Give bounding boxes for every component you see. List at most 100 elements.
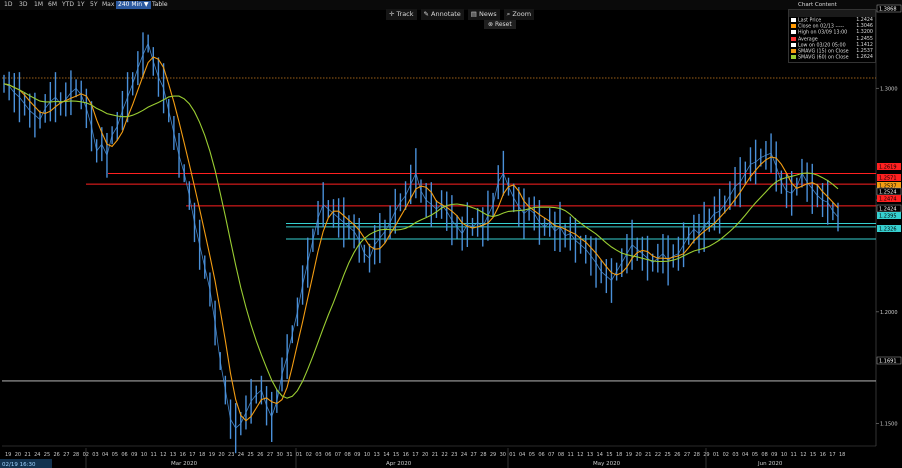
x-tick-label: 28 xyxy=(694,452,700,458)
legend-value: 1.1412 xyxy=(856,42,873,48)
x-tick-label: 26 xyxy=(257,452,263,458)
x-tick-label: 20 xyxy=(15,452,21,458)
x-tick-label: 08 xyxy=(761,452,767,458)
x-tick-label: 04 xyxy=(742,452,748,458)
x-tick-label: 09 xyxy=(771,452,777,458)
x-tick-label: 03 xyxy=(732,452,738,458)
legend-label: Low on 03/20 05:00 xyxy=(798,43,846,49)
x-tick-label: 01 xyxy=(713,452,719,458)
x-tick-label: 20 xyxy=(218,452,224,458)
legend-row: High on 03/09 13:00 1.3200 xyxy=(791,30,873,36)
legend-label: Last Price xyxy=(798,18,822,24)
x-tick-label: 06 xyxy=(538,452,544,458)
x-tick-label: 25 xyxy=(247,452,253,458)
legend-row: Average 1.2455 xyxy=(791,36,873,43)
x-tick-label: 20 xyxy=(422,452,428,458)
price-tag-label: 1.2326 xyxy=(879,227,897,233)
x-tick-label: 19 xyxy=(209,452,215,458)
x-tick-label: 11 xyxy=(150,452,156,458)
legend-value: 1.2455 xyxy=(856,36,873,42)
x-tick-label: 02 xyxy=(306,452,312,458)
price-tag-label: 1.2424 xyxy=(879,207,897,213)
x-tick-label: 27 xyxy=(684,452,690,458)
legend-label: High on 03/09 13:00 xyxy=(798,30,848,36)
x-tick-label: 28 xyxy=(73,452,79,458)
x-tick-label: 27 xyxy=(470,452,476,458)
x-tick-label: 05 xyxy=(112,452,118,458)
legend-row: Low on 03/20 05:00 1.1412 xyxy=(791,42,873,49)
legend-swatch xyxy=(791,49,796,53)
legend-header xyxy=(789,10,875,17)
legend-swatch xyxy=(791,42,796,47)
x-tick-label: 10 xyxy=(364,452,370,458)
x-tick-label: 17 xyxy=(829,452,835,458)
x-tick-label: 03 xyxy=(315,452,321,458)
y-tick-label: 1.2000 xyxy=(880,310,898,316)
x-tick-label: 18 xyxy=(199,452,205,458)
x-tick-label: 29 xyxy=(490,452,496,458)
x-tick-label: 27 xyxy=(63,452,69,458)
x-tick-label: 16 xyxy=(820,452,826,458)
x-tick-label: 15 xyxy=(810,452,816,458)
x-tick-label: 01 xyxy=(296,452,302,458)
x-tick-label: 10 xyxy=(781,452,787,458)
price-tag-label: 1.3868 xyxy=(879,7,897,13)
month-label: Jun 2020 xyxy=(757,461,783,467)
x-tick-label: 24 xyxy=(461,452,467,458)
x-tick-label: 04 xyxy=(519,452,525,458)
x-tick-label: 16 xyxy=(403,452,409,458)
legend-value: 1.2624 xyxy=(856,55,873,61)
x-tick-label: 30 xyxy=(277,452,283,458)
legend-swatch xyxy=(791,55,796,60)
x-tick-label: 17 xyxy=(189,452,195,458)
price-tag-label: 1.2571 xyxy=(879,176,897,182)
price-tag-label: 1.2619 xyxy=(879,165,897,171)
x-tick-label: 05 xyxy=(529,452,535,458)
x-tick-label: 22 xyxy=(441,452,447,458)
x-tick-label: 22 xyxy=(655,452,661,458)
x-tick-label: 15 xyxy=(606,452,612,458)
x-tick-label: 04 xyxy=(102,452,108,458)
legend-label: Average xyxy=(798,37,818,43)
x-tick-label: 26 xyxy=(674,452,680,458)
price-tag-label: 1.2474 xyxy=(879,197,897,203)
x-tick-label: 13 xyxy=(170,452,176,458)
x-tick-label: 27 xyxy=(267,452,273,458)
legend-label: Close on 02/13 ----- xyxy=(798,24,845,30)
month-label: May 2020 xyxy=(593,461,621,467)
price-chart[interactable]: 1.30001.25001.20001.15001.38681.26191.25… xyxy=(0,0,902,468)
x-tick-label: 18 xyxy=(839,452,845,458)
legend-panel: Last Price 1.2424 Close on 02/13 ----- 1.30… xyxy=(788,9,876,63)
price-tag-label: 1.1691 xyxy=(879,359,897,365)
x-tick-label: 11 xyxy=(791,452,797,458)
x-tick-label: 30 xyxy=(500,452,506,458)
x-tick-label: 23 xyxy=(228,452,234,458)
price-tag-label: 1.2395 xyxy=(879,214,897,220)
x-tick-label: 16 xyxy=(180,452,186,458)
x-tick-label: 08 xyxy=(344,452,350,458)
x-tick-label: 13 xyxy=(587,452,593,458)
x-tick-label: 31 xyxy=(286,452,292,458)
y-tick-label: 1.3000 xyxy=(880,86,898,92)
x-tick-label: 12 xyxy=(800,452,806,458)
legend-value: 1.3200 xyxy=(856,30,873,36)
x-tick-label: 20 xyxy=(635,452,641,458)
x-tick-label: 24 xyxy=(238,452,244,458)
x-tick-label: 07 xyxy=(548,452,554,458)
sma60-line xyxy=(3,83,839,399)
x-tick-label: 21 xyxy=(432,452,438,458)
x-tick-label: 13 xyxy=(374,452,380,458)
legend-label: SMAVG (60) on Close xyxy=(798,55,849,61)
x-tick-label: 26 xyxy=(53,452,59,458)
x-tick-label: 08 xyxy=(558,452,564,458)
x-tick-label: 06 xyxy=(121,452,127,458)
x-tick-label: 19 xyxy=(5,452,11,458)
x-tick-label: 11 xyxy=(567,452,573,458)
x-tick-label: 03 xyxy=(92,452,98,458)
legend-swatch xyxy=(791,24,796,29)
x-tick-label: 24 xyxy=(34,452,40,458)
legend-swatch xyxy=(791,18,796,22)
x-tick-label: 09 xyxy=(354,452,360,458)
y-tick-label: 1.1500 xyxy=(880,422,898,428)
x-tick-label: 17 xyxy=(412,452,418,458)
